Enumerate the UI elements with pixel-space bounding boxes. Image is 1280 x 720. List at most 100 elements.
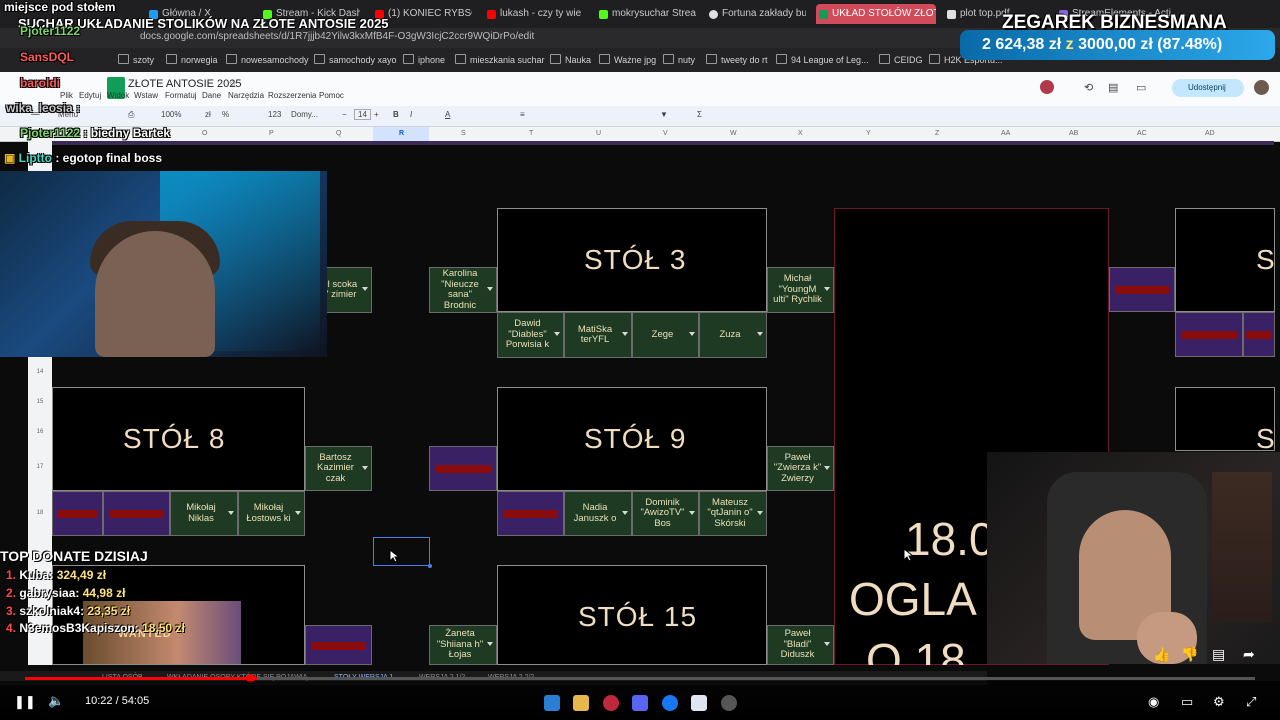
discord-icon[interactable] xyxy=(632,695,648,711)
guest-cell[interactable]: MatiSka terYFL xyxy=(564,312,632,358)
column-header[interactable]: R xyxy=(399,130,404,137)
menu-format[interactable]: Formatuj xyxy=(165,91,197,100)
dislike-icon[interactable]: 👎 xyxy=(1181,646,1203,664)
empty-seat-cell[interactable] xyxy=(1109,267,1175,312)
windows-start-icon[interactable] xyxy=(544,695,560,711)
dropdown-arrow-icon[interactable] xyxy=(228,510,234,515)
settings-gear-icon[interactable]: ⚙ xyxy=(1213,694,1225,710)
font-size-decrease[interactable]: − xyxy=(342,110,347,119)
user-avatar[interactable] xyxy=(1254,80,1269,95)
dropdown-arrow-icon[interactable] xyxy=(622,510,628,515)
percent-button[interactable]: % xyxy=(222,110,229,119)
fullscreen-icon[interactable]: ⤢ xyxy=(1246,694,1256,710)
guest-cell[interactable]: Bartosz Kazimier czak xyxy=(305,446,372,491)
column-header[interactable]: AA xyxy=(1001,130,1010,137)
font-select[interactable]: Domy... xyxy=(291,110,318,119)
column-header[interactable]: AD xyxy=(1205,130,1215,137)
column-header[interactable]: V xyxy=(663,130,668,137)
menu-edit[interactable]: Edytuj xyxy=(79,91,101,100)
row-number[interactable]: 18 xyxy=(32,510,48,516)
dropdown-arrow-icon[interactable] xyxy=(757,510,763,515)
column-header[interactable]: S xyxy=(461,130,466,137)
guest-cell[interactable]: Mikołaj Niklas xyxy=(170,491,238,536)
dropdown-arrow-icon[interactable] xyxy=(622,332,628,336)
share-button[interactable]: Udostępnij xyxy=(1172,79,1244,97)
menu-view[interactable]: Widok xyxy=(107,91,129,100)
menu-help[interactable]: Pomoc xyxy=(319,91,344,100)
bookmark-item[interactable]: Ważne jpg xyxy=(599,54,656,65)
browser-tab[interactable]: Fortuna zakłady bukm xyxy=(706,4,806,24)
document-title[interactable]: ZŁOTE ANTOSIE 2025 xyxy=(128,78,242,90)
guest-cell[interactable]: Paweł "Bladi" Diduszk xyxy=(767,625,834,665)
url-text[interactable]: docs.google.com/spreadsheets/d/1R7jjjb42… xyxy=(140,31,534,42)
column-header[interactable]: T xyxy=(529,130,533,137)
like-icon[interactable]: 👍 xyxy=(1153,646,1175,664)
file-explorer-icon[interactable] xyxy=(573,695,589,711)
empty-seat-cell[interactable] xyxy=(1243,312,1275,357)
column-header[interactable]: Z xyxy=(935,130,939,137)
bookmark-item[interactable]: 94 League of Leg... xyxy=(776,54,869,65)
column-header[interactable]: AB xyxy=(1069,130,1078,137)
number-format-button[interactable]: 123 xyxy=(268,110,281,119)
guest-cell[interactable]: Nadia Januszk o xyxy=(564,491,632,536)
row-number[interactable]: 15 xyxy=(32,399,48,405)
bookmark-item[interactable]: tweety do rt xyxy=(706,54,768,65)
column-header[interactable]: W xyxy=(730,130,737,137)
comment-icon[interactable]: ▤ xyxy=(1108,81,1118,94)
row-number[interactable]: 16 xyxy=(32,429,48,435)
print-icon[interactable]: ⎙ xyxy=(128,110,134,120)
dropdown-arrow-icon[interactable] xyxy=(757,332,763,336)
bookmark-item[interactable]: samochody xayo xyxy=(314,54,397,65)
row-number[interactable]: 17 xyxy=(32,464,48,470)
empty-seat-cell[interactable] xyxy=(103,491,170,536)
column-header[interactable]: O xyxy=(202,130,207,137)
guest-cell[interactable]: Zege xyxy=(632,312,699,358)
opera-icon[interactable] xyxy=(603,695,619,711)
bookmark-item[interactable]: iphone xyxy=(403,54,445,65)
video-call-icon[interactable]: ▭ xyxy=(1136,81,1146,94)
menu-file[interactable]: Plik xyxy=(60,91,73,100)
comments-icon[interactable]: ▤ xyxy=(1212,646,1234,664)
bookmark-item[interactable]: norwegia xyxy=(166,54,218,65)
volume-icon[interactable]: 🔈 xyxy=(48,693,64,709)
guest-cell[interactable]: Dawid "Diables" Porwisia k xyxy=(497,312,564,358)
guest-cell[interactable]: Paweł "Zwierza k" Zwierzy xyxy=(767,446,834,491)
empty-seat-cell[interactable] xyxy=(429,446,497,491)
align-icon[interactable]: ≡ xyxy=(520,110,525,119)
guest-cell[interactable]: Żaneta "Shiiana h" Łojas xyxy=(429,625,497,665)
column-header[interactable]: U xyxy=(596,130,601,137)
pause-icon[interactable]: ❚❚ xyxy=(14,694,36,710)
messenger-icon[interactable] xyxy=(662,695,678,711)
functions-icon[interactable]: Σ xyxy=(697,110,702,119)
column-header[interactable]: P xyxy=(269,130,274,137)
guest-cell[interactable]: Dominik "AwizoTV" Bos xyxy=(632,491,699,536)
dropdown-arrow-icon[interactable] xyxy=(554,332,560,336)
history-icon[interactable]: ⟲ xyxy=(1084,81,1093,94)
menu-tools[interactable]: Narzędzia xyxy=(228,91,264,100)
filter-icon[interactable]: ▼ xyxy=(660,110,668,119)
currency-button[interactable]: zł xyxy=(205,110,211,119)
bookmark-item[interactable]: CEIDG xyxy=(879,54,923,65)
browser-tab[interactable]: lukash - czy ty wie xyxy=(484,4,584,24)
bookmark-item[interactable]: szoty xyxy=(118,54,154,65)
menu-insert[interactable]: Wstaw xyxy=(134,91,158,100)
zoom-select[interactable]: 100% xyxy=(161,110,181,119)
star-icon[interactable]: ☆ xyxy=(228,77,238,90)
browser-tab-active[interactable]: UKŁAD STOŁÓW ZŁOTE A xyxy=(816,4,936,24)
dropdown-arrow-icon[interactable] xyxy=(689,510,695,515)
guest-cell[interactable]: Zuza xyxy=(699,312,767,358)
guest-cell[interactable]: Mikołaj Łostows ki xyxy=(238,491,305,536)
text-color-icon[interactable]: A xyxy=(445,110,450,119)
notes-icon[interactable] xyxy=(691,695,707,711)
guest-cell[interactable]: Michał "YoungM ulti" Rychlik xyxy=(767,267,834,313)
bookmark-item[interactable]: nowesamochody xyxy=(226,54,309,65)
fill-handle[interactable] xyxy=(428,564,432,568)
column-header[interactable]: X xyxy=(798,130,803,137)
dropdown-arrow-icon[interactable] xyxy=(824,642,830,646)
empty-seat-cell[interactable] xyxy=(52,491,103,536)
guest-cell[interactable]: Mateusz "qtJanin o" Skórski xyxy=(699,491,767,536)
bold-icon[interactable]: B xyxy=(393,110,399,119)
bookmark-item[interactable]: Nauka xyxy=(550,54,591,65)
column-header[interactable]: Q xyxy=(336,130,341,137)
autoplay-icon[interactable]: ◉ xyxy=(1148,694,1159,710)
